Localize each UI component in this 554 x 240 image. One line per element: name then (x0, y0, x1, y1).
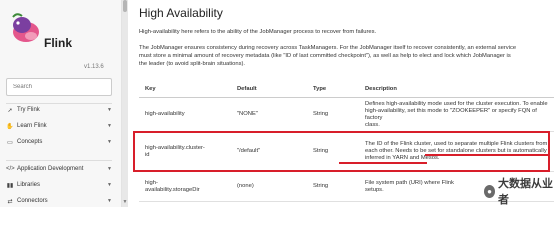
logo-text[interactable]: Flink (44, 36, 72, 50)
scrollbar[interactable]: ▼ (122, 0, 128, 207)
wechat-icon: ● (484, 184, 496, 198)
cell-default: (none) (231, 171, 307, 202)
sidebar-item-label: Libraries (17, 182, 41, 188)
sidebar-item-application-development[interactable]: </> Application Development ▼ (6, 163, 112, 175)
chevron-down-icon: ▼ (107, 139, 112, 145)
cell-default: "NONE" (231, 97, 307, 132)
column-header-type: Type (307, 80, 359, 98)
cell-text: class. (365, 121, 380, 128)
sidebar-item-label: Concepts (17, 139, 43, 145)
version-label: v1.13.6 (84, 64, 104, 70)
sidebar-item-connectors[interactable]: ⇄ Connectors ▼ (6, 195, 112, 207)
paragraph-line: must store a minimal amount of recovery … (139, 53, 511, 59)
cell-text: Defines high-availability mode used for … (365, 100, 548, 107)
cell-text: high-availability, set this mode to "ZOO… (365, 107, 537, 121)
column-header-key: Key (139, 80, 231, 98)
chevron-down-icon: ▼ (107, 182, 112, 188)
sidebar-item-concepts[interactable]: ▭ Concepts ▼ (6, 136, 112, 148)
code-icon: </> (6, 166, 15, 172)
column-header-description: Description (359, 80, 554, 98)
chevron-down-icon: ▼ (107, 107, 112, 113)
cell-text: high- (145, 179, 158, 186)
page: Flink v1.13.6 ➚ Try Flink ▼ ✋ Learn Flin… (0, 0, 554, 207)
sidebar-item-label: Connectors (17, 198, 48, 204)
paragraph-line: The JobManager ensures consistency durin… (139, 45, 517, 51)
chevron-down-icon: ▼ (107, 166, 112, 172)
chevron-down-icon: ▼ (107, 123, 112, 129)
search-input[interactable] (6, 78, 112, 96)
underline-annotation (339, 162, 427, 164)
watermark-text: 大数据从业者 (498, 178, 554, 206)
cell-key: high-availability (139, 97, 231, 132)
cell-key: high- availability.storageDir (139, 171, 231, 202)
table-header-row: Key Default Type Description (139, 80, 554, 98)
scroll-down-icon[interactable]: ▼ (122, 199, 128, 205)
rocket-icon: ➚ (7, 107, 13, 114)
sidebar-item-try-flink[interactable]: ➚ Try Flink ▼ (6, 104, 112, 116)
connectors-icon: ⇄ (7, 198, 13, 205)
watermark: ● 大数据从业者 (484, 175, 554, 207)
highlight-annotation-box (133, 131, 550, 172)
flink-logo-icon[interactable] (4, 8, 44, 48)
cell-type: String (307, 97, 359, 132)
cell-text: high-availability (145, 111, 185, 117)
book-icon: ▭ (7, 139, 13, 146)
underline-annotation (425, 154, 549, 156)
sidebar-item-libraries[interactable]: ▮▮ Libraries ▼ (6, 179, 112, 191)
hand-icon: ✋ (6, 123, 14, 130)
sidebar-item-label: Learn Flink (17, 123, 47, 129)
sidebar-item-label: Application Development (17, 166, 84, 172)
page-title: High Availability (139, 6, 223, 20)
column-header-default: Default (231, 80, 307, 98)
main-content: ▼ High Availability High-availability he… (122, 0, 554, 207)
intro-paragraph: High-availability here refers to the abi… (139, 29, 377, 35)
paragraph-line: the leader (to avoid split-brain situati… (139, 61, 246, 67)
nav-divider (6, 160, 112, 161)
chevron-down-icon: ▼ (107, 198, 112, 204)
cell-text: availability.storageDir (145, 186, 200, 193)
cell-type: String (307, 171, 359, 202)
sidebar-item-label: Try Flink (17, 107, 40, 113)
sidebar: Flink v1.13.6 ➚ Try Flink ▼ ✋ Learn Flin… (0, 0, 122, 207)
table-row: high-availability "NONE" String Defines … (139, 97, 554, 132)
sidebar-item-learn-flink[interactable]: ✋ Learn Flink ▼ (6, 120, 112, 132)
cell-description: Defines high-availability mode used for … (359, 97, 554, 132)
scrollbar-thumb[interactable] (123, 0, 127, 12)
libraries-icon: ▮▮ (6, 182, 14, 189)
